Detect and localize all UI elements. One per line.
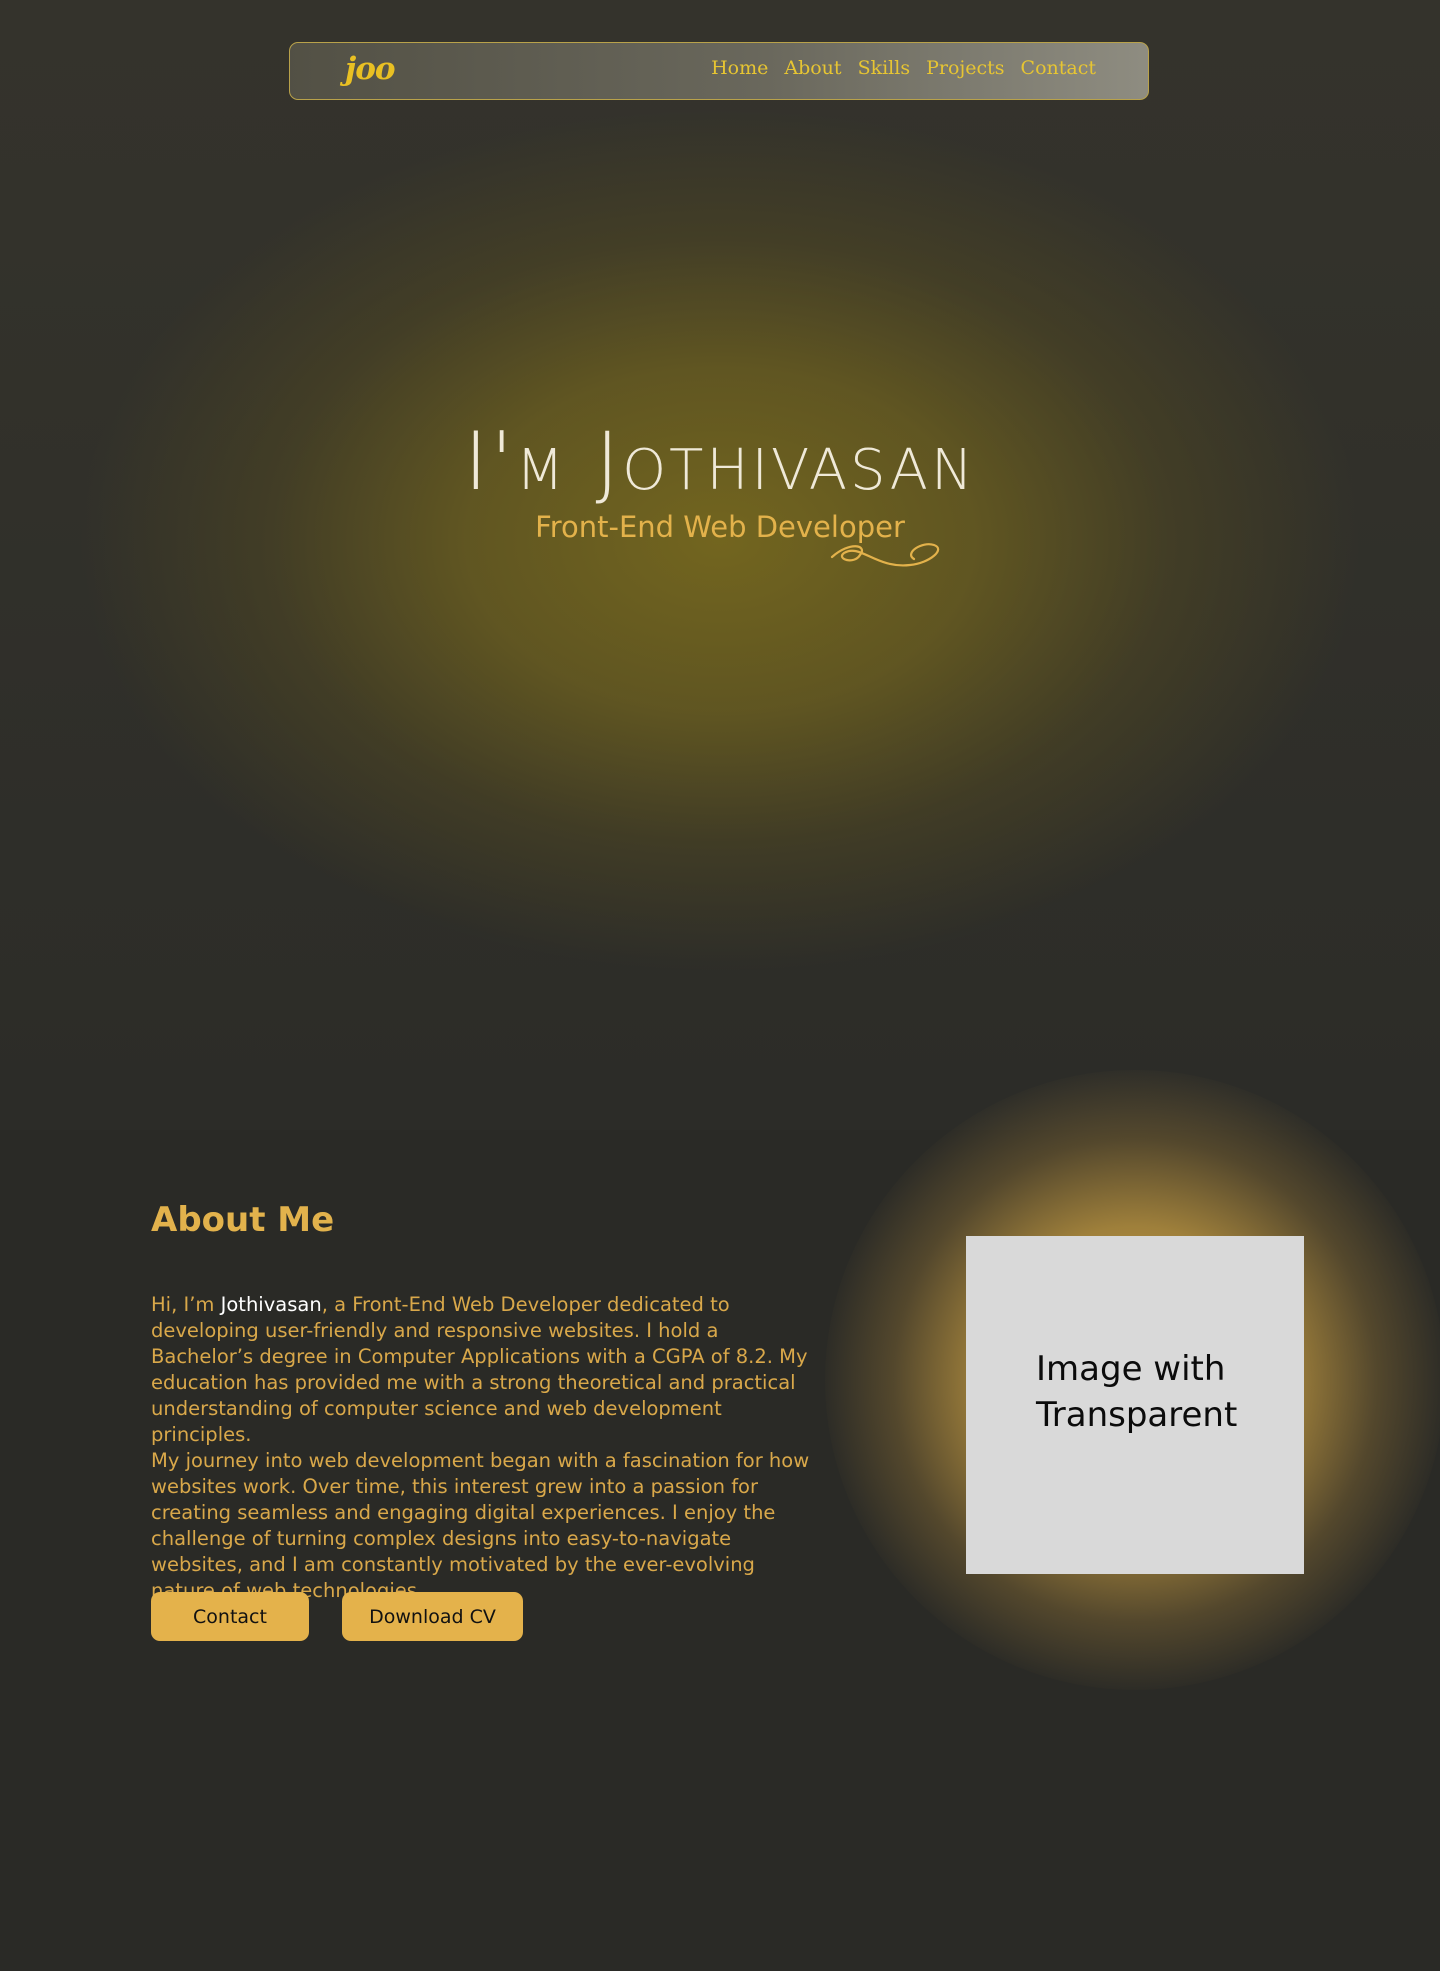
navbar: joo Home About Skills Projects Contact bbox=[289, 42, 1149, 100]
nav-link-projects[interactable]: Projects bbox=[926, 57, 1004, 79]
about-heading: About Me bbox=[151, 1200, 335, 1240]
download-cv-button[interactable]: Download CV bbox=[342, 1592, 523, 1641]
nav-links: Home About Skills Projects Contact bbox=[695, 57, 1096, 79]
profile-image-caption: Image with Transparent bbox=[1036, 1349, 1238, 1435]
about-paragraph-2: My journey into web development began wi… bbox=[151, 1449, 810, 1602]
contact-button[interactable]: Contact bbox=[151, 1592, 309, 1641]
about-description: Hi, I’m Jothivasan, a Front-End Web Deve… bbox=[151, 1292, 821, 1604]
about-name-highlight: Jothivasan bbox=[220, 1293, 322, 1316]
hero-background bbox=[0, 0, 1440, 1130]
about-intro-prefix: Hi, I’m bbox=[151, 1293, 221, 1316]
hero-subtitle: Front-End Web Developer bbox=[535, 510, 905, 544]
hero-title: I'm Jothivasan bbox=[464, 415, 976, 508]
profile-image-placeholder: Image with Transparent bbox=[966, 1236, 1304, 1574]
nav-link-about[interactable]: About bbox=[784, 57, 841, 79]
nav-link-home[interactable]: Home bbox=[711, 57, 768, 79]
nav-link-contact[interactable]: Contact bbox=[1021, 57, 1096, 79]
swash-decoration-icon bbox=[830, 543, 940, 567]
site-logo[interactable]: joo bbox=[345, 51, 396, 87]
nav-link-skills[interactable]: Skills bbox=[858, 57, 911, 79]
